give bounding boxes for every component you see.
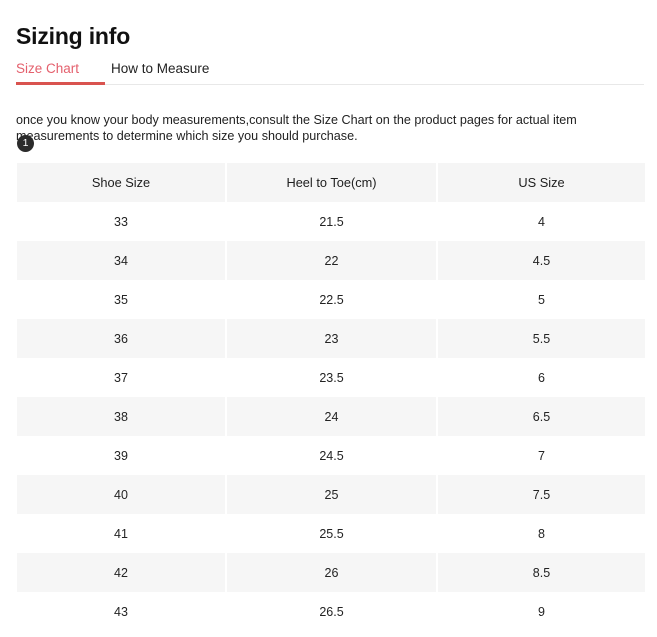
table-row: 40 25 7.5	[17, 475, 645, 514]
cell-us-size: 6.5	[437, 397, 645, 436]
cell-shoe-size: 43	[17, 592, 227, 631]
cell-shoe-size: 37	[17, 358, 227, 397]
table-row: 39 24.5 7	[17, 436, 645, 475]
cell-shoe-size: 33	[17, 202, 227, 241]
column-header-us-size: US Size	[437, 163, 645, 202]
column-header-heel-to-toe: Heel to Toe(cm)	[226, 163, 438, 202]
column-header-shoe-size: Shoe Size	[17, 163, 227, 202]
cell-us-size: 5.5	[437, 319, 645, 358]
cell-us-size: 5	[437, 280, 645, 319]
tab-active-indicator	[16, 82, 105, 85]
tab-bar: Size Chart How to Measure	[16, 58, 241, 84]
size-chart-table: Shoe Size Heel to Toe(cm) US Size 33 21.…	[17, 163, 645, 631]
table-row: 42 26 8.5	[17, 553, 645, 592]
cell-shoe-size: 36	[17, 319, 227, 358]
cell-shoe-size: 42	[17, 553, 227, 592]
step-number-badge: 1	[17, 135, 34, 152]
cell-us-size: 7	[437, 436, 645, 475]
cell-shoe-size: 41	[17, 514, 227, 553]
table-row: 37 23.5 6	[17, 358, 645, 397]
size-chart-table-body: 33 21.5 4 34 22 4.5 35 22.5 5 36 23 5.5 …	[17, 202, 645, 631]
sizing-info-page: Sizing info Size Chart How to Measure on…	[0, 0, 657, 637]
cell-heel-to-toe: 22.5	[226, 280, 438, 319]
table-row: 38 24 6.5	[17, 397, 645, 436]
table-row: 43 26.5 9	[17, 592, 645, 631]
cell-heel-to-toe: 25	[226, 475, 438, 514]
cell-us-size: 4.5	[437, 241, 645, 280]
cell-heel-to-toe: 26.5	[226, 592, 438, 631]
cell-us-size: 7.5	[437, 475, 645, 514]
cell-heel-to-toe: 24.5	[226, 436, 438, 475]
tab-how-to-measure[interactable]: How to Measure	[111, 60, 209, 84]
cell-heel-to-toe: 21.5	[226, 202, 438, 241]
cell-shoe-size: 34	[17, 241, 227, 280]
table-row: 41 25.5 8	[17, 514, 645, 553]
page-title: Sizing info	[16, 23, 131, 50]
table-row: 35 22.5 5	[17, 280, 645, 319]
table-row: 33 21.5 4	[17, 202, 645, 241]
cell-shoe-size: 35	[17, 280, 227, 319]
table-header-row: Shoe Size Heel to Toe(cm) US Size	[17, 163, 645, 202]
cell-heel-to-toe: 22	[226, 241, 438, 280]
cell-heel-to-toe: 25.5	[226, 514, 438, 553]
table-row: 34 22 4.5	[17, 241, 645, 280]
cell-shoe-size: 38	[17, 397, 227, 436]
cell-heel-to-toe: 23.5	[226, 358, 438, 397]
cell-us-size: 9	[437, 592, 645, 631]
tab-divider	[16, 84, 644, 85]
table-row: 36 23 5.5	[17, 319, 645, 358]
size-chart-table-head: Shoe Size Heel to Toe(cm) US Size	[17, 163, 645, 202]
cell-us-size: 4	[437, 202, 645, 241]
cell-heel-to-toe: 24	[226, 397, 438, 436]
cell-heel-to-toe: 23	[226, 319, 438, 358]
tab-size-chart[interactable]: Size Chart	[16, 60, 79, 84]
sizing-description: once you know your body measurements,con…	[16, 112, 577, 144]
cell-heel-to-toe: 26	[226, 553, 438, 592]
cell-shoe-size: 39	[17, 436, 227, 475]
cell-us-size: 6	[437, 358, 645, 397]
cell-us-size: 8	[437, 514, 645, 553]
cell-shoe-size: 40	[17, 475, 227, 514]
cell-us-size: 8.5	[437, 553, 645, 592]
